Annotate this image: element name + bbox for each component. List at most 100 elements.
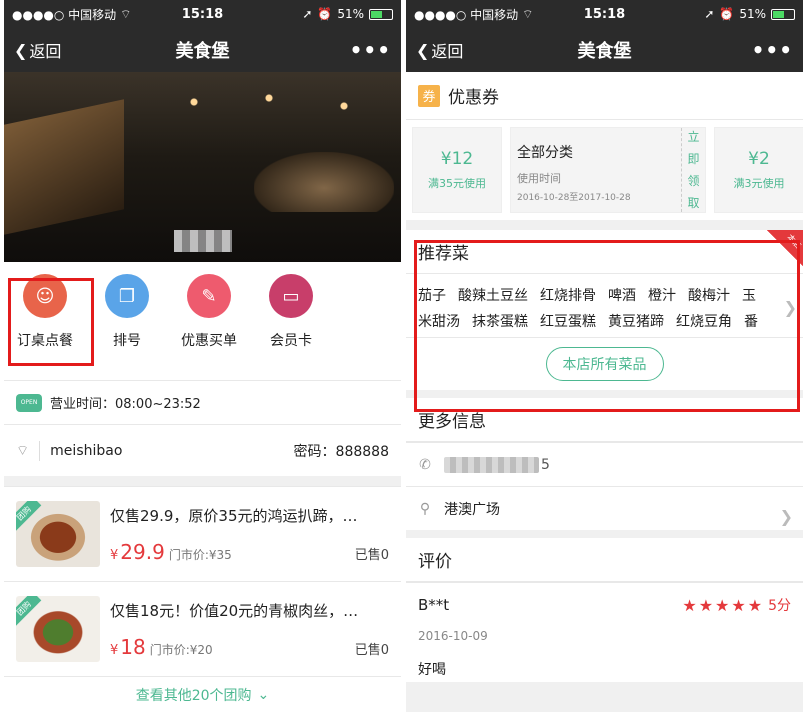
coupon-amount: ¥12	[440, 149, 474, 169]
nav-bar: ❮ 返回 美食堡 •••	[4, 28, 401, 72]
coupon-dates: 2016-10-28至2017-10-28	[517, 193, 631, 203]
chevron-right-icon: ❯	[783, 298, 797, 317]
deal-price: 18	[120, 634, 146, 659]
status-bar: ●●●●○ 中国移动 ⌔ 15:18 ➚ ⏰ 51%	[406, 0, 803, 28]
action-order-table[interactable]: ☺ 订桌点餐	[4, 274, 86, 380]
coupon-section-header: 券 优惠券	[406, 72, 803, 120]
coupon-icon: 券	[418, 84, 440, 107]
back-label: 返回	[431, 42, 464, 61]
coupon-card[interactable]: ¥12 满35元使用	[412, 127, 502, 213]
deal-original-price: 门市价:¥35	[168, 547, 232, 562]
phone-icon: ✆	[419, 456, 431, 473]
dish-name[interactable]: 玉	[742, 285, 756, 305]
store-banner-image	[4, 72, 401, 262]
address-row[interactable]: ⚲ 港澳广场 ❯	[406, 486, 803, 530]
review-content: 好喝	[418, 662, 446, 678]
location-icon: ➚	[302, 7, 313, 21]
right-screen: ●●●●○ 中国移动 ⌔ 15:18 ➚ ⏰ 51% ❮ 返回 美食堡 ••• 券 优惠…	[406, 0, 803, 712]
back-label: 返回	[29, 42, 62, 61]
dish-name[interactable]: 啤酒	[608, 285, 636, 305]
business-hours: 营业时间：08:00~23:52	[50, 397, 201, 412]
back-button[interactable]: ❮ 返回	[416, 38, 463, 62]
wifi-password: 密码：888888	[293, 443, 389, 460]
dish-list[interactable]: 茄子 酸辣土豆丝 红烧排骨 啤酒 橙汁 酸梅汁 玉 米甜汤 抹茶蛋糕 红豆蛋糕 …	[406, 274, 803, 338]
open-sign-icon: OPEN	[16, 393, 42, 412]
dish-name[interactable]: 红烧排骨	[540, 285, 596, 305]
review-item: B**t ★★★★★ 5分 2016-10-09 好喝	[406, 582, 803, 682]
dish-name[interactable]: 番	[744, 311, 758, 331]
chevron-right-icon: ❯	[779, 507, 793, 526]
battery-percent: 51%	[337, 7, 364, 21]
review-title: 评价	[406, 538, 803, 582]
dish-name[interactable]: 酸辣土豆丝	[458, 285, 528, 305]
dish-name[interactable]: 茄子	[418, 285, 446, 305]
coupon-condition: 满3元使用	[733, 177, 785, 190]
coupon-card-featured: 全部分类 使用时间 2016-10-28至2017-10-28 立 即 领 取	[510, 127, 706, 213]
address: 港澳广场	[444, 501, 500, 518]
dish-name[interactable]: 黄豆猪蹄	[608, 311, 664, 331]
discount-pay-icon: ✎	[187, 274, 231, 318]
action-member-card[interactable]: ▭ 会员卡	[250, 274, 332, 380]
member-card-icon: ▭	[269, 274, 313, 318]
more-menu-button[interactable]: •••	[350, 38, 391, 62]
left-screen: ●●●●○ 中国移动 ⌔ 15:18 ➚ ⏰ 51% ❮ 返回 美食堡 ••• ☺ 订桌…	[4, 0, 401, 712]
coupon-section-title: 优惠券	[448, 88, 499, 108]
location-pin-icon: ⚲	[419, 500, 431, 517]
review-score: 5分	[768, 598, 791, 614]
wifi-name: meishibao	[50, 442, 123, 459]
more-info-title: 更多信息	[406, 398, 803, 442]
battery-icon	[771, 8, 795, 20]
redacted-store-name	[174, 230, 232, 252]
business-hours-row: OPEN 营业时间：08:00~23:52	[4, 380, 401, 424]
back-button[interactable]: ❮ 返回	[14, 38, 61, 62]
coupon-card[interactable]: ¥2 满3元使用	[714, 127, 803, 213]
deal-sold-count: 已售0	[354, 547, 389, 563]
wifi-icon: ⌔	[16, 442, 30, 459]
page-title: 美食堡	[175, 41, 230, 62]
recommended-title: 推荐菜	[406, 230, 803, 274]
all-dishes-button[interactable]: 本店所有菜品	[545, 347, 664, 381]
action-queue[interactable]: ❐ 排号	[86, 274, 168, 380]
location-icon: ➚	[704, 7, 715, 21]
wifi-icon: ⌔	[522, 6, 534, 21]
coupon-condition: 满35元使用	[428, 177, 486, 190]
claim-coupon-button[interactable]: 立 即 领 取	[681, 128, 705, 212]
dish-name[interactable]: 米甜汤	[418, 311, 460, 331]
wifi-icon: ⌔	[120, 6, 132, 21]
alarm-icon: ⏰	[317, 7, 333, 21]
coupon-use-time-label: 使用时间	[517, 172, 561, 185]
deal-price: 29.9	[120, 539, 165, 564]
more-menu-button[interactable]: •••	[752, 38, 793, 62]
alarm-icon: ⏰	[719, 7, 735, 21]
deal-image: 团购	[16, 596, 100, 662]
deal-title: 仅售18元！价值20元的青椒肉丝，…	[110, 601, 359, 620]
deal-item[interactable]: 团购 仅售18元！价值20元的青椒肉丝，… ¥ 18 门市价:¥20 已售0	[4, 581, 401, 676]
redacted-phone	[444, 456, 539, 473]
coupon-category: 全部分类	[517, 145, 573, 161]
dish-name[interactable]: 橙汁	[648, 285, 676, 305]
wifi-row[interactable]: ⌔ meishibao 密码：888888	[4, 424, 401, 476]
status-bar: ●●●●○ 中国移动 ⌔ 15:18 ➚ ⏰ 51%	[4, 0, 401, 28]
dish-name[interactable]: 酸梅汁	[688, 285, 730, 305]
chevron-left-icon: ❮	[416, 40, 430, 60]
deal-sold-count: 已售0	[354, 642, 389, 658]
dish-name[interactable]: 红烧豆角	[676, 311, 732, 331]
battery-percent: 51%	[739, 7, 766, 21]
nav-bar: ❮ 返回 美食堡 •••	[406, 28, 803, 72]
review-date: 2016-10-09	[418, 629, 488, 643]
deal-item[interactable]: 团购 仅售29.9，原价35元的鸿运扒蹄，… ¥ 29.9 门市价:¥35 已售…	[4, 486, 401, 581]
order-table-icon: ☺	[23, 274, 67, 318]
more-deals-link[interactable]: 查看其他20个团购 ⌄	[4, 676, 401, 712]
battery-icon	[369, 8, 393, 20]
phone-row[interactable]: ✆ 5	[406, 442, 803, 486]
deal-original-price: 门市价:¥20	[149, 642, 213, 657]
deal-image: 团购	[16, 501, 100, 567]
queue-icon: ❐	[105, 274, 149, 318]
deal-title: 仅售29.9，原价35元的鸿运扒蹄，…	[110, 506, 358, 525]
carrier-label: ●●●●○ 中国移动	[414, 7, 519, 22]
dish-name[interactable]: 红豆蛋糕	[540, 311, 596, 331]
chevron-down-icon: ⌄	[257, 686, 270, 703]
action-discount-pay[interactable]: ✎ 优惠买单	[168, 274, 250, 380]
store-corner-ribbon: 本店	[767, 230, 803, 266]
dish-name[interactable]: 抹茶蛋糕	[472, 311, 528, 331]
